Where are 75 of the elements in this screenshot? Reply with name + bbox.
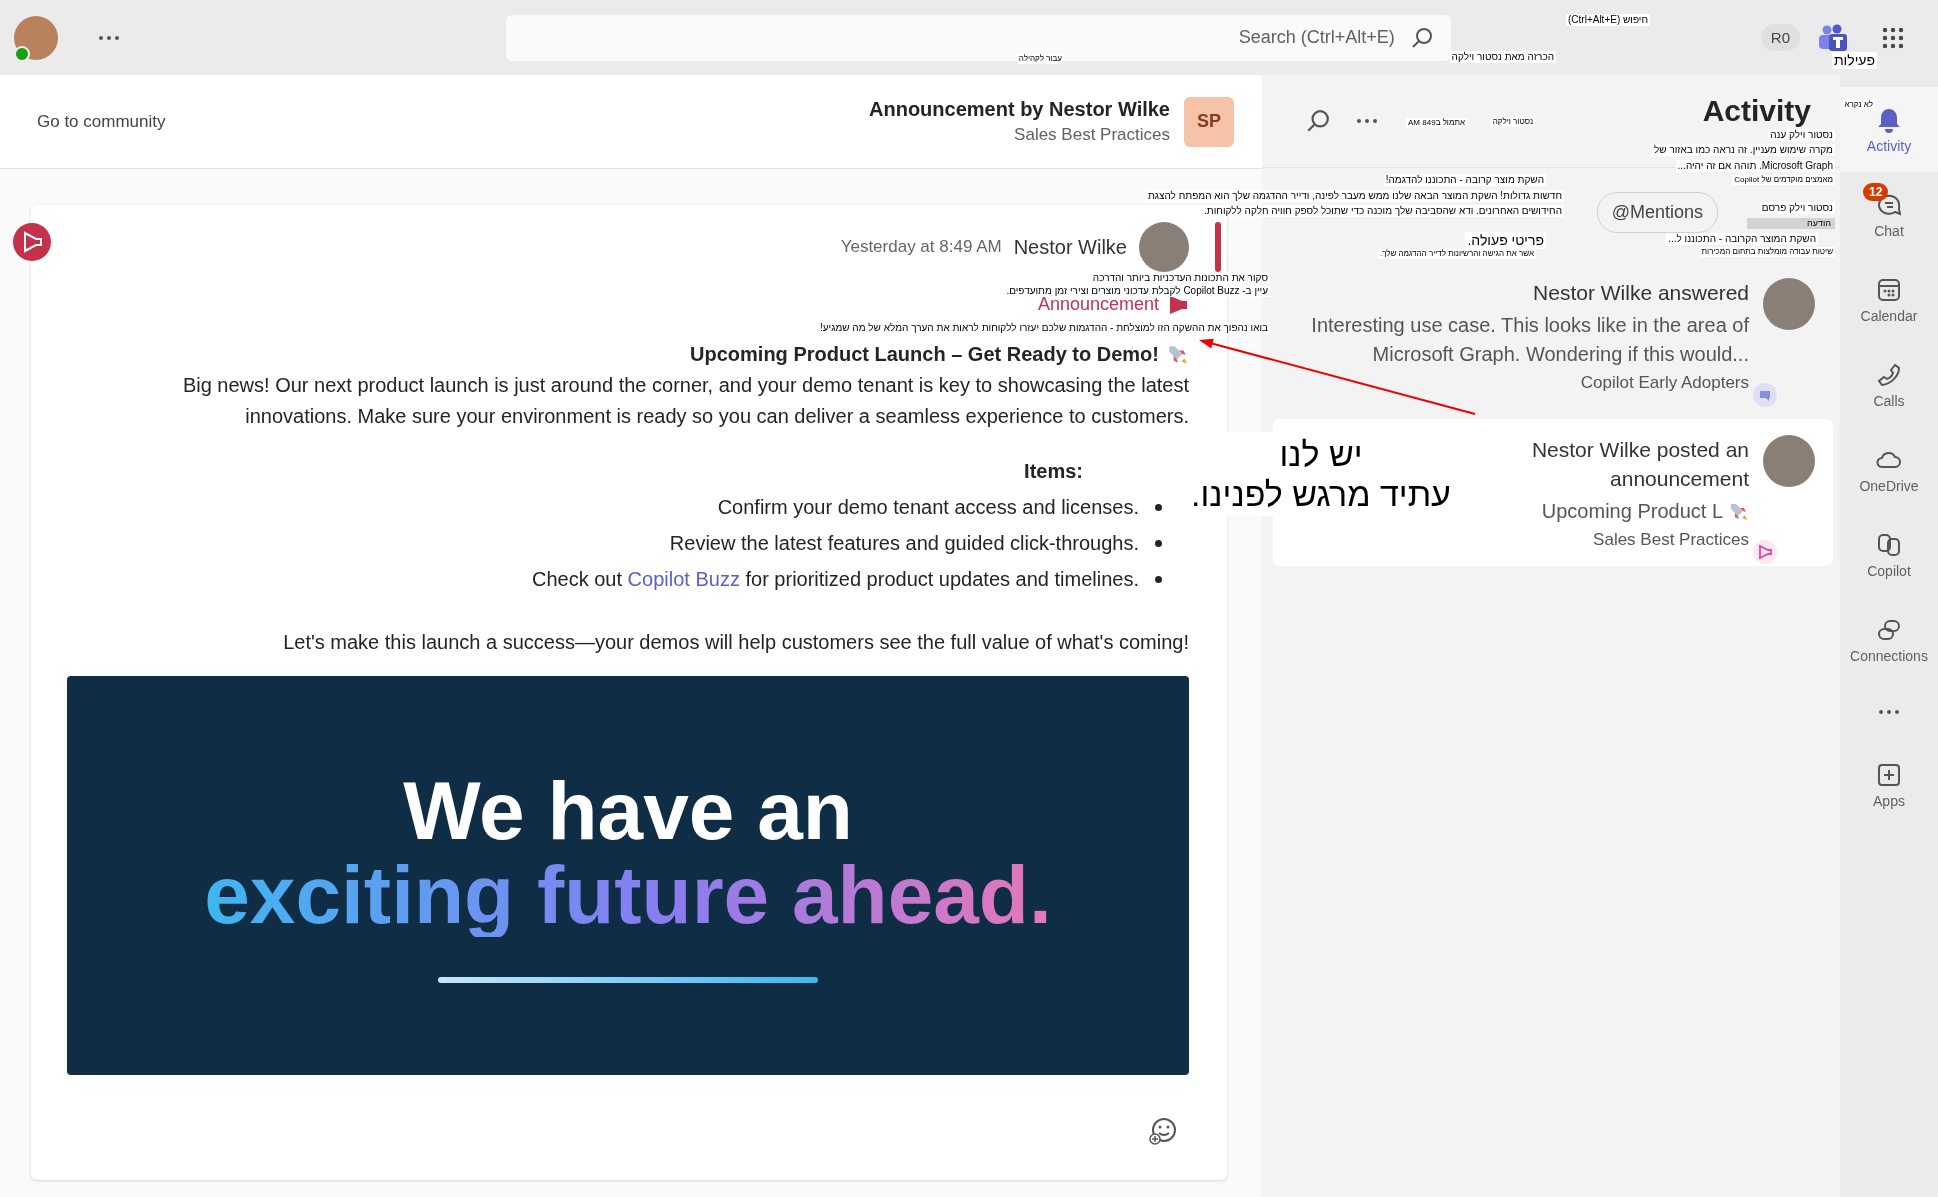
- search-icon[interactable]: [1306, 109, 1330, 133]
- translation-label: השקת מוצר קרובה - התכוננו להדגמה!: [1383, 174, 1546, 186]
- translation-label: הכרזה מאת נסטור וילקה: [1449, 51, 1556, 63]
- banner-graphic: We have an exciting future ahead.: [67, 676, 1189, 1075]
- translation-label: הודעה: [1747, 218, 1835, 229]
- translation-label: מקרה שימוש מעניין. זה נראה כמו באזור של: [1652, 144, 1835, 156]
- avatar-silhouette: [1139, 222, 1189, 272]
- translation-label: פעילות: [1831, 52, 1877, 69]
- avatar-silhouette: [1763, 435, 1815, 487]
- translation-label: עבור לקהילה: [1016, 54, 1064, 64]
- translation-label: מאמצים מוקדמים של Copilot: [1732, 175, 1835, 185]
- user-initials-badge[interactable]: R0: [1760, 24, 1800, 51]
- translation-label: לא נקרא: [1842, 100, 1875, 110]
- rocket-icon: [1167, 343, 1189, 366]
- nav-item[interactable]: 12 Chat: [1840, 172, 1938, 257]
- teams-logo-icon: [1818, 23, 1848, 52]
- translation-label: סקור את התכונות העדכניות ביותר והדרכה: [1090, 272, 1270, 284]
- more-icon[interactable]: [98, 34, 120, 41]
- translation-label: חיפוש (Ctrl+Alt+E): [1566, 14, 1650, 26]
- megaphone-icon: [1753, 540, 1777, 564]
- bullet-icon: [1155, 504, 1162, 511]
- community-name: Copilot Early Adopters: [1580, 373, 1749, 393]
- activity-title: Nestor Wilke posted an announcement: [1530, 437, 1749, 492]
- page-title: Announcement by Nestor Wilke: [869, 98, 1170, 121]
- translation-label: שיטות עבודה מומלצות בתחום המכירות: [1699, 247, 1835, 257]
- post-body: Big news! Our next product launch is just around the corner, and your demo tenant is key to showcasing the latest innovations. Make sure your environment is ready so you can deliver a seamless experience to customers.: [181, 373, 1189, 429]
- bullet-icon: [1155, 540, 1162, 547]
- avatar-silhouette: [1763, 278, 1815, 330]
- translation-label: נסטור וילק ענה: [1768, 129, 1835, 141]
- nav-item[interactable]: Connections: [1840, 597, 1938, 682]
- megaphone-icon: [1167, 294, 1189, 315]
- nav-item[interactable]: Calls: [1840, 342, 1938, 427]
- nav-item[interactable]: Apps: [1840, 742, 1938, 827]
- activity-preview: Interesting use case. This looks like in the area of Microsoft Graph. Wondering if this would...: [1310, 313, 1749, 367]
- nav-item[interactable]: Copilot: [1840, 512, 1938, 597]
- nav-item[interactable]: OneDrive: [1840, 427, 1938, 512]
- nav-item[interactable]: Calendar: [1840, 257, 1938, 342]
- list-item: Check out Copilot Buzz for prioritized product updates and timelines.: [532, 568, 1139, 591]
- unread-count-badge: 12: [1863, 182, 1889, 201]
- translation-label: השקת המוצר הקרובה - התכוננו ל...: [1666, 233, 1818, 245]
- list-heading: Items:: [1024, 460, 1083, 483]
- app-grid-icon[interactable]: [1882, 26, 1904, 49]
- translation-label: החידושים האחרונים. ודא שהסביבה שלך מוכנה כדי שתוכל לספק חוויה חלקה ללקוחות.: [1202, 205, 1564, 217]
- translation-label: בואו נהפוך את ההשקה הזו למוצלחת - ההדגמות שלכם יעזרו ללקוחות לראות את הערך המלא של מה שמגיע!: [817, 322, 1270, 334]
- more-icon[interactable]: [1356, 118, 1378, 124]
- post-time: Yesterday at 8:49 AM: [840, 237, 1002, 257]
- copilot-buzz-link[interactable]: Copilot Buzz: [627, 568, 740, 590]
- list-item: Review the latest features and guided click-throughs.: [669, 532, 1139, 555]
- author-name: Nestor Wilke: [1013, 235, 1127, 259]
- community-name: Sales Best Practices: [1593, 530, 1749, 550]
- translation-label: אתמול ב849 AM: [1406, 118, 1467, 128]
- community-badge: SP: [1184, 96, 1234, 147]
- post-title: Upcoming Product Launch – Get Ready to Demo!: [690, 343, 1159, 366]
- translation-label: חדשות גדולות! השקת המוצר הבאה שלנו ממש מעבר לפינה, ודייר ההדגמה שלך הוא המפתח להצגת: [1145, 190, 1564, 202]
- community-name: Sales Best Practices: [1014, 125, 1170, 145]
- add-reaction-icon[interactable]: [1149, 1115, 1179, 1145]
- translation-label: Microsoft Graph. תוהה אם זה יהיה...: [1675, 160, 1835, 172]
- list-item: Confirm your demo tenant access and licenses.: [717, 496, 1139, 519]
- reply-icon: [1753, 383, 1777, 407]
- translation-label: עיין ב- Copilot Buzz לקבלת עדכוני מוצרים וצירי זמן מתועדפים.: [1004, 285, 1270, 297]
- user-avatar[interactable]: [14, 15, 58, 60]
- activity-title: Nestor Wilke answered: [1533, 280, 1749, 306]
- activity-card[interactable]: Nestor Wilke answered Interesting use case. This looks like in the area of Microsoft Graph. Wondering if this would... Copilot Early Adopters: [1273, 262, 1833, 409]
- translation-label: נסטור וילק פרסם: [1759, 202, 1835, 214]
- translation-label: נסטור וילקה: [1490, 117, 1535, 127]
- translation-label: אשר את הגישה והרשיונות לדייר ההדגמה שלך.: [1377, 249, 1536, 259]
- rocket-icon: [1729, 501, 1749, 522]
- community-link[interactable]: Go to community: [37, 111, 166, 132]
- translation-label: פריטי פעולה.: [1465, 232, 1546, 249]
- panel-title: Activity: [1702, 96, 1811, 126]
- bullet-icon: [1155, 576, 1162, 583]
- search-icon: [1410, 26, 1433, 49]
- more-icon[interactable]: [1878, 709, 1900, 715]
- closing-text: Let's make this launch a success—your demos will help customers see the full value of what's coming!: [283, 631, 1189, 654]
- activity-preview: Upcoming Product L: [1541, 499, 1723, 524]
